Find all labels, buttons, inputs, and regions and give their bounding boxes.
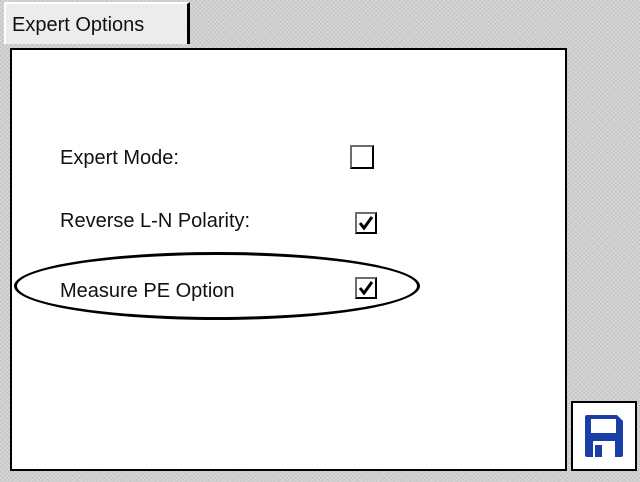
checkmark-icon — [358, 216, 374, 231]
tab-label: Expert Options — [12, 14, 145, 36]
save-button[interactable] — [571, 401, 637, 471]
checkmark-icon — [358, 281, 374, 296]
reverse-ln-polarity-checkbox[interactable] — [355, 212, 377, 234]
expert-options-panel: Expert Mode: Reverse L-N Polarity: Measu… — [10, 48, 567, 471]
expert-mode-label: Expert Mode: — [60, 147, 179, 169]
expert-mode-checkbox[interactable] — [350, 145, 374, 169]
measure-pe-option-label: Measure PE Option — [60, 280, 235, 302]
reverse-ln-polarity-label: Reverse L-N Polarity: — [60, 210, 251, 232]
measure-pe-option-checkbox[interactable] — [355, 277, 377, 299]
floppy-disk-icon — [585, 415, 623, 457]
tab-expert-options[interactable]: Expert Options — [4, 2, 190, 44]
